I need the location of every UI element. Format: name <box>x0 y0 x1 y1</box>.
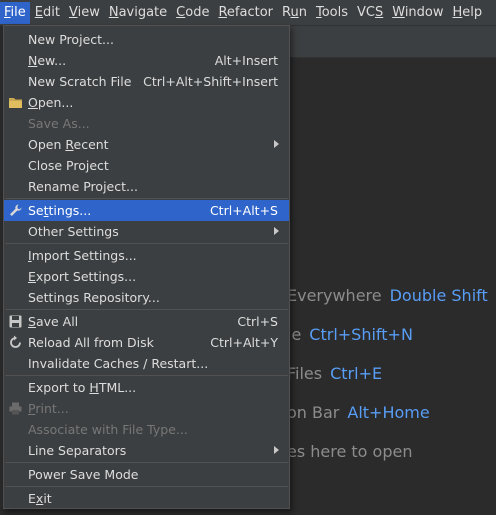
menu-item-label: Invalidate Caches / Restart... <box>28 356 209 371</box>
menu-file[interactable]: File <box>0 1 30 24</box>
menu-item-save-as: Save As... <box>4 113 289 134</box>
menu-item-reload-all[interactable]: Reload All from Disk Ctrl+Alt+Y <box>4 332 289 353</box>
menu-item-label: New... <box>28 53 67 68</box>
menu-item-label: Reload All from Disk <box>28 335 154 350</box>
menu-item-power-save-mode[interactable]: Power Save Mode <box>4 464 289 485</box>
menu-item-shortcut: Ctrl+Alt+Y <box>210 335 278 350</box>
folder-icon <box>9 98 22 108</box>
menu-item-label: Open... <box>28 95 74 110</box>
submenu-arrow-icon <box>274 446 279 454</box>
menu-edit[interactable]: Edit <box>31 2 64 24</box>
menu-item-close-project[interactable]: Close Project <box>4 155 289 176</box>
menu-item-shortcut: Ctrl+Alt+S <box>209 203 278 218</box>
submenu-arrow-icon <box>274 140 279 148</box>
menu-item-shortcut: Alt+Insert <box>214 53 278 68</box>
menu-item-label: Rename Project... <box>28 179 138 194</box>
menu-item-label: Save All <box>28 314 79 329</box>
menu-item-label: Settings... <box>28 203 92 218</box>
menu-item-label: Import Settings... <box>28 248 137 263</box>
save-icon <box>9 315 22 328</box>
menu-item-label: Associate with File Type... <box>28 422 188 437</box>
menu-item-label: Export Settings... <box>28 269 137 284</box>
menu-item-label: Open Recent <box>28 137 109 152</box>
menu-item-open-recent[interactable]: Open Recent <box>4 134 289 155</box>
menu-item-label: Print... <box>28 401 69 416</box>
menu-item-label: New Scratch File <box>28 74 132 89</box>
refresh-icon <box>10 335 21 348</box>
menu-run[interactable]: Run <box>278 2 311 24</box>
menu-code[interactable]: Code <box>172 2 213 24</box>
menu-item-settings-repository[interactable]: Settings Repository... <box>4 287 289 308</box>
main-menu-bar: File Edit View Navigate Code Refactor Ru… <box>0 0 496 26</box>
menu-item-label: Save As... <box>28 116 90 131</box>
menu-tools[interactable]: Tools <box>312 2 352 24</box>
menu-item-new[interactable]: New... Alt+Insert <box>4 50 289 71</box>
menu-item-label: Other Settings <box>28 224 119 239</box>
menu-item-save-all[interactable]: Save All Ctrl+S <box>4 311 289 332</box>
menu-help[interactable]: Help <box>449 2 487 24</box>
menu-item-new-scratch-file[interactable]: New Scratch File Ctrl+Alt+Shift+Insert <box>4 71 289 92</box>
menu-item-label: Settings Repository... <box>28 290 160 305</box>
menu-window[interactable]: Window <box>388 2 447 24</box>
menu-item-associate-file-type: Associate with File Type... <box>4 419 289 440</box>
wrench-icon <box>10 204 22 216</box>
menu-item-settings[interactable]: Settings... Ctrl+Alt+S <box>4 200 289 221</box>
menu-item-label: Export to HTML... <box>28 380 137 395</box>
menu-item-print: Print... <box>4 398 289 419</box>
hint-search-everywhere: Everywhere Double Shift <box>287 286 488 305</box>
menu-item-label: Power Save Mode <box>28 467 139 482</box>
hint-drop-files: es here to open <box>287 442 413 461</box>
menu-item-import-settings[interactable]: Import Settings... <box>4 245 289 266</box>
menu-item-label: Line Separators <box>28 443 127 458</box>
submenu-arrow-icon <box>274 227 279 235</box>
editor-tab-strip <box>290 26 496 58</box>
printer-icon <box>9 402 22 415</box>
menu-item-exit[interactable]: Exit <box>4 488 289 509</box>
menu-item-shortcut: Ctrl+S <box>237 314 278 329</box>
menu-item-invalidate-caches[interactable]: Invalidate Caches / Restart... <box>4 353 289 374</box>
hint-navigation-bar: on Bar Alt+Home <box>287 403 430 422</box>
menu-item-label: New Project... <box>28 32 114 47</box>
menu-navigate[interactable]: Navigate <box>105 2 171 24</box>
menu-item-rename-project[interactable]: Rename Project... <box>4 176 289 197</box>
menu-item-shortcut: Ctrl+Alt+Shift+Insert <box>143 74 278 89</box>
hint-go-to-file: le Ctrl+Shift+N <box>287 325 413 344</box>
menu-item-new-project[interactable]: New Project... <box>4 29 289 50</box>
menu-item-line-separators[interactable]: Line Separators <box>4 440 289 461</box>
menu-item-open[interactable]: Open... <box>4 92 289 113</box>
menu-item-other-settings[interactable]: Other Settings <box>4 221 289 242</box>
menu-item-label: Close Project <box>28 158 109 173</box>
menu-view[interactable]: View <box>65 2 104 24</box>
menu-refactor[interactable]: Refactor <box>214 2 277 24</box>
menu-vcs[interactable]: VCS <box>353 2 387 24</box>
menu-item-export-html[interactable]: Export to HTML... <box>4 377 289 398</box>
file-menu-dropdown: New Project... New... Alt+Insert New Scr… <box>3 25 290 509</box>
menu-item-label: Exit <box>28 491 52 506</box>
menu-item-export-settings[interactable]: Export Settings... <box>4 266 289 287</box>
hint-recent-files: Files Ctrl+E <box>287 364 383 383</box>
